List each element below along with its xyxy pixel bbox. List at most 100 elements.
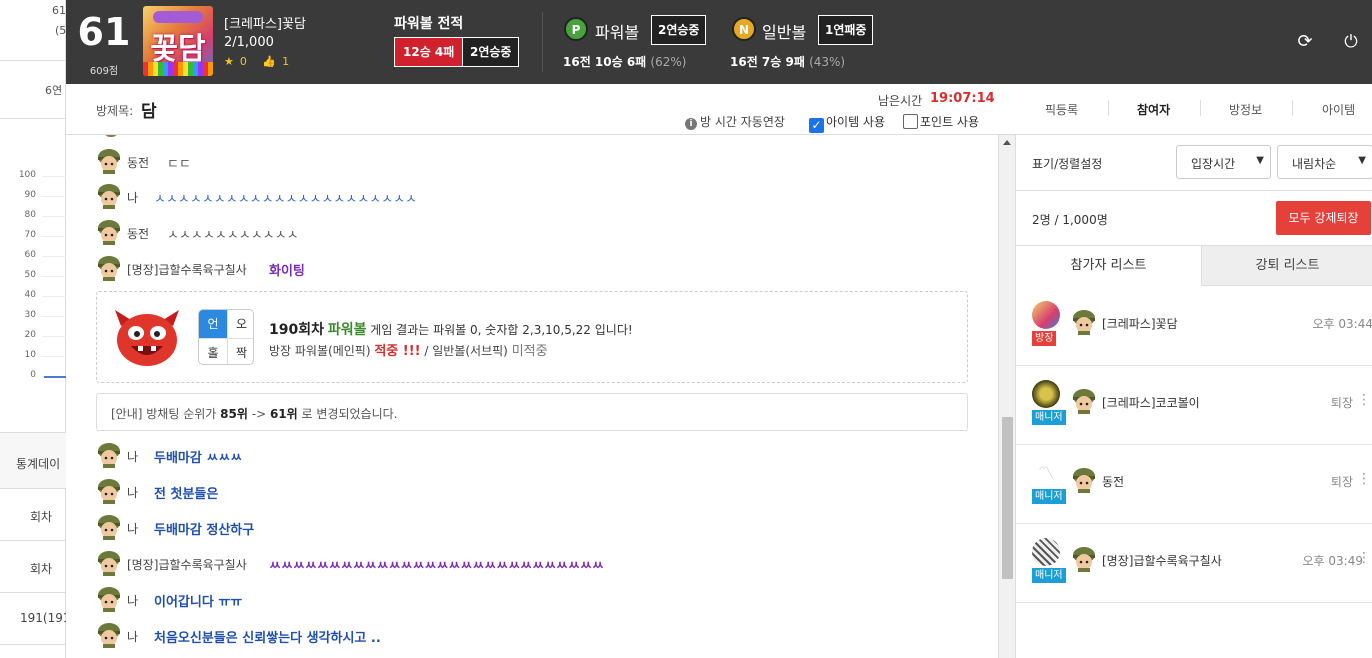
participant-name[interactable]: [크레파스]꽃담 [1102, 315, 1178, 332]
participant-row[interactable]: 방장 [크레파스]꽃담 오후 03:44 [1016, 287, 1372, 366]
tab-pick-register[interactable]: 픽등록 [1045, 101, 1078, 118]
chat-nick[interactable]: 동전 [127, 225, 149, 242]
refresh-icon[interactable]: ⟳ [1294, 31, 1316, 53]
chat-nick[interactable]: 나 [127, 484, 138, 501]
remaining-time: 19:07:14 [930, 91, 995, 106]
chat-nick[interactable]: 나 [127, 628, 138, 645]
tab-participants-view[interactable]: 참여자 [1137, 101, 1170, 118]
bg-row: 회차 [0, 488, 66, 540]
chat-scrollbar[interactable] [998, 135, 1015, 658]
star-count: 0 [239, 55, 247, 68]
tab-room-info[interactable]: 방정보 [1229, 101, 1262, 118]
avatar [1032, 380, 1060, 408]
bg-gridline [42, 296, 66, 297]
item-use-checkbox[interactable]: ✓ 아이템 사용 [809, 113, 885, 133]
item-use-label: 아이템 사용 [826, 115, 886, 129]
tab-divider [1292, 100, 1293, 116]
scroll-thumb[interactable] [1002, 417, 1013, 579]
notice-arrow: -> [251, 407, 267, 421]
participant-row[interactable]: 매니저 [명장]급할수록육구칠사 오후 03:49 ⋮ [1016, 524, 1372, 603]
remaining-time-label: 남은시간 [878, 94, 923, 108]
sort-order-select[interactable]: 내림차순 ▼ [1277, 145, 1372, 179]
more-options-icon[interactable]: ⋮ [1357, 550, 1371, 566]
chat-nick[interactable]: 나 [127, 592, 138, 609]
participant-name[interactable]: 동전 [1102, 473, 1124, 490]
point-use-label: 포인트 사용 [920, 115, 980, 129]
avatar [1032, 538, 1060, 566]
bg-axis-tick: 80 [24, 210, 36, 220]
chat-nick[interactable]: [명장]급할수록육구칠사 [127, 556, 247, 573]
clipped-avatar [104, 135, 118, 137]
avatar: 〽 [1032, 459, 1060, 487]
bg-axis-tick: 0 [30, 370, 36, 380]
bg-axis-tick: 60 [24, 250, 36, 260]
tab-divider [1108, 100, 1109, 116]
bg-gridline [42, 216, 66, 217]
grid-cell-o: 오 [227, 310, 253, 338]
bg-gridline [42, 196, 66, 197]
chat-text: 이어갑니다 ㅠㅠ [154, 595, 243, 610]
normalball-n-icon: N [732, 17, 756, 41]
crayon-stripes [143, 62, 213, 76]
participant-row[interactable]: 〽 매니저 동전 퇴장 ⋮ [1016, 445, 1372, 524]
bg-axis-tick: 70 [24, 230, 36, 240]
notice-from-rank: 85위 [220, 407, 248, 421]
bg-row: 191(191) [0, 592, 75, 644]
manager-badge: 매니저 [1032, 489, 1066, 504]
chat-text: ㄷㄷ [167, 157, 191, 172]
kick-all-button[interactable]: 모두 강제퇴장 [1276, 201, 1371, 235]
chat-text: ㅅㅅㅅㅅㅅㅅㅅㅅㅅㅅㅅ [167, 228, 299, 243]
bg-axis-tick: 90 [24, 190, 36, 200]
checkbox-checked-icon[interactable]: ✓ [809, 118, 824, 133]
sort-settings-label: 표기/정렬설정 [1032, 157, 1103, 171]
bg-gridline [42, 236, 66, 237]
more-options-icon[interactable]: ⋮ [1357, 392, 1371, 408]
room-title-label: 방제목: [96, 104, 134, 118]
owner-name[interactable]: [크레파스]꽃담 [224, 13, 306, 32]
normalball-streak-badge: 1연패중 [818, 15, 874, 45]
record-win-loss-badge: 12승 4패 [394, 37, 464, 67]
chat-area: 동전 ㄷㄷ 나 ㅅㅅㅅㅅㅅㅅㅅㅅㅅㅅㅅㅅㅅㅅㅅㅅㅅㅅㅅㅅㅅㅅ 동전 ㅅㅅㅅㅅㅅㅅ… [66, 135, 998, 658]
chat-nick[interactable]: 나 [127, 189, 138, 206]
owner-badge: 방장 [1032, 331, 1057, 346]
sub-pick-label: / 일반볼(서브픽) [424, 344, 508, 358]
checkbox-unchecked-icon[interactable] [903, 114, 918, 129]
power-icon[interactable]: ⏻ [1340, 31, 1362, 53]
soldier-level-icon [1073, 547, 1095, 572]
auto-extend-option[interactable]: i방 시간 자동연장 [685, 113, 785, 130]
chat-nick[interactable]: 나 [127, 520, 138, 537]
sort-entry-select[interactable]: 입장시간 ▼ [1176, 145, 1271, 179]
tab-participant-list[interactable]: 참가자 리스트 [1016, 246, 1202, 286]
normalball-label: 일반볼 [762, 23, 807, 42]
odd-even-grid: 언 오 홀 짝 [198, 309, 254, 365]
participant-time: 오후 03:49 [1302, 554, 1363, 568]
soldier-level-icon [1073, 468, 1095, 493]
more-options-icon[interactable]: ⋮ [1357, 471, 1371, 487]
notice-suffix: 로 변경되었습니다. [301, 407, 398, 421]
result-text: 게임 결과는 파워볼 0, 숫자합 2,3,10,5,22 입니다! [370, 323, 633, 337]
main-pick-label: 방장 파워볼(메인픽) [269, 344, 371, 358]
chat-nick[interactable]: [명장]급할수록육구칠사 [127, 261, 247, 278]
participant-name[interactable]: [크레파스]코코볼이 [1102, 394, 1200, 411]
scroll-up-arrow-icon[interactable] [1003, 140, 1011, 145]
bg-divider [0, 118, 66, 119]
tab-kicked-list[interactable]: 강퇴 리스트 [1202, 246, 1372, 286]
chat-nick[interactable]: 나 [127, 448, 138, 465]
chat-nick[interactable]: 동전 [127, 154, 149, 171]
bg-chart-line [44, 376, 66, 378]
normalball-stat: 16전 7승 9패 (43%) [730, 53, 845, 70]
participant-name[interactable]: [명장]급할수록육구칠사 [1102, 552, 1222, 569]
chevron-down-icon: ▼ [1256, 155, 1264, 166]
bg-divider [0, 60, 66, 61]
divider [542, 12, 543, 72]
participant-row[interactable]: 매니저 [크레파스]코코볼이 퇴장 ⋮ [1016, 366, 1372, 445]
point-use-checkbox[interactable]: 포인트 사용 [903, 113, 979, 130]
chat-text: 화이팅 [269, 264, 305, 279]
chat-text: 전 첫분들은 [154, 487, 219, 502]
bg-text: (5 [55, 24, 67, 37]
powerball-streak-badge: 2연승중 [651, 15, 707, 45]
tab-items[interactable]: 아이템 [1322, 101, 1355, 118]
bg-row: 통계데이 [0, 432, 66, 488]
bg-axis-tick: 20 [24, 330, 36, 340]
normalball-stat-text: 16전 7승 9패 [730, 55, 805, 69]
